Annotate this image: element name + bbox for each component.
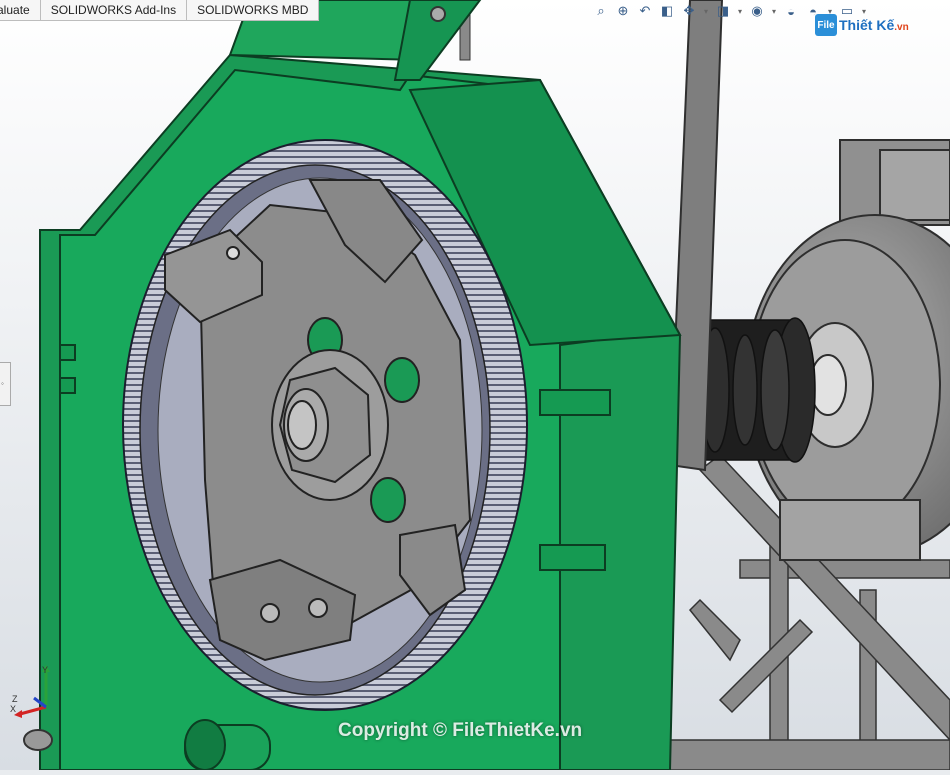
logo-mark-icon: File [815,14,837,36]
tab-evaluate[interactable]: aluate [0,0,41,20]
section-view-icon[interactable]: ◧ [658,2,676,20]
tab-solidworks-mbd[interactable]: SOLIDWORKS MBD [187,0,320,20]
graphics-area[interactable] [0,0,950,771]
hide-show-icon[interactable]: ◉ [748,2,766,20]
zoom-area-icon[interactable]: ⊕ [614,2,632,20]
logo-text: Thiết Kế.vn [839,17,909,33]
triad-z-axis [33,696,47,709]
site-logo: File Thiết Kế.vn [815,14,909,36]
feature-manager-collapse-handle[interactable]: ◦ [0,362,11,406]
logo-name: Thiết Kế [839,17,895,33]
command-manager-tabs: aluate SOLIDWORKS Add-Ins SOLIDWORKS MBD [0,0,320,21]
hide-show-dropdown-icon[interactable]: ▾ [770,2,778,20]
triad-x-axis [19,705,47,716]
reference-triad: Y X Z [10,665,50,718]
zoom-to-fit-icon[interactable]: ⌕ [592,2,610,20]
logo-tld: .vn [894,22,909,33]
previous-view-icon[interactable]: ↶ [636,2,654,20]
copyright-watermark: Copyright © FileThietKe.vn [338,720,583,741]
appearance-icon[interactable]: ◒ [782,2,800,20]
display-style-icon[interactable]: ◨ [714,2,732,20]
tab-solidworks-add-ins[interactable]: SOLIDWORKS Add-Ins [40,0,188,20]
triad-x-label: X [10,704,16,714]
view-orientation-icon[interactable]: ✥ [680,2,698,20]
triad-y-label: Y [42,665,48,675]
display-style-dropdown-icon[interactable]: ▾ [736,2,744,20]
drive-pulley [699,317,816,463]
triad-z-label: Z [12,694,18,704]
model-view [0,0,950,771]
view-orientation-dropdown-icon[interactable]: ▾ [702,2,710,20]
